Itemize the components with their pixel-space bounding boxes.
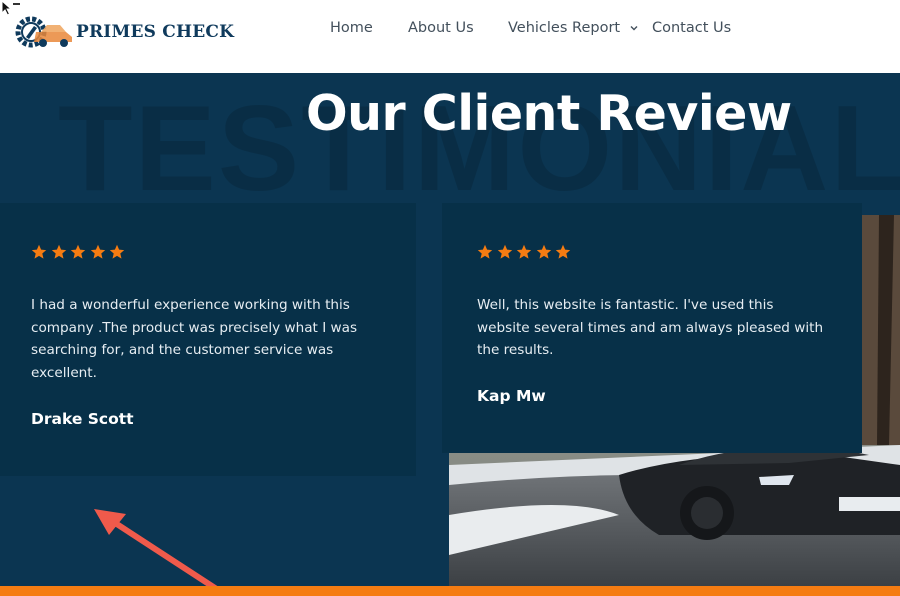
reviewer-name: Kap Mw <box>477 387 546 405</box>
reviewer-name: Drake Scott <box>31 410 134 428</box>
star-icon <box>51 244 66 259</box>
section-title: Our Client Review <box>306 85 792 142</box>
brand-name: PRIMES CHECK <box>76 22 235 42</box>
annotation-arrow <box>94 509 218 586</box>
review-card: Well, this website is fantastic. I've us… <box>442 203 862 453</box>
chevron-down-icon <box>630 26 638 31</box>
star-icon <box>536 244 551 259</box>
review-text: I had a wonderful experience working wit… <box>31 297 358 382</box>
star-icon <box>477 244 493 259</box>
star-icon <box>516 244 532 259</box>
star-icon <box>497 244 512 259</box>
review-card: I had a wonderful experience working wit… <box>0 203 416 476</box>
star-rating <box>31 244 125 260</box>
star-icon <box>70 244 86 259</box>
nav-about-us[interactable]: About Us <box>408 20 474 36</box>
site-header: PRIMES CHECK Home About Us Vehicles Repo… <box>0 0 900 73</box>
star-rating <box>477 244 571 260</box>
star-icon <box>31 244 47 259</box>
review-text: Well, this website is fantastic. I've us… <box>477 297 824 359</box>
star-icon <box>109 244 125 259</box>
nav-vehicles-report[interactable]: Vehicles Report <box>508 20 639 36</box>
gear-car-logo-icon <box>15 16 72 48</box>
nav-contact-us[interactable]: Contact Us <box>652 20 731 36</box>
nav-vehicles-report-label: Vehicles Report <box>508 20 621 36</box>
testimonials-section: TESTIMONIAL Our Client Review I had a wo… <box>0 73 900 586</box>
nav-home[interactable]: Home <box>330 20 373 36</box>
star-icon <box>90 244 105 259</box>
star-icon <box>555 244 571 259</box>
brand-logo[interactable]: PRIMES CHECK <box>14 13 234 51</box>
footer-accent-bar <box>0 586 900 596</box>
